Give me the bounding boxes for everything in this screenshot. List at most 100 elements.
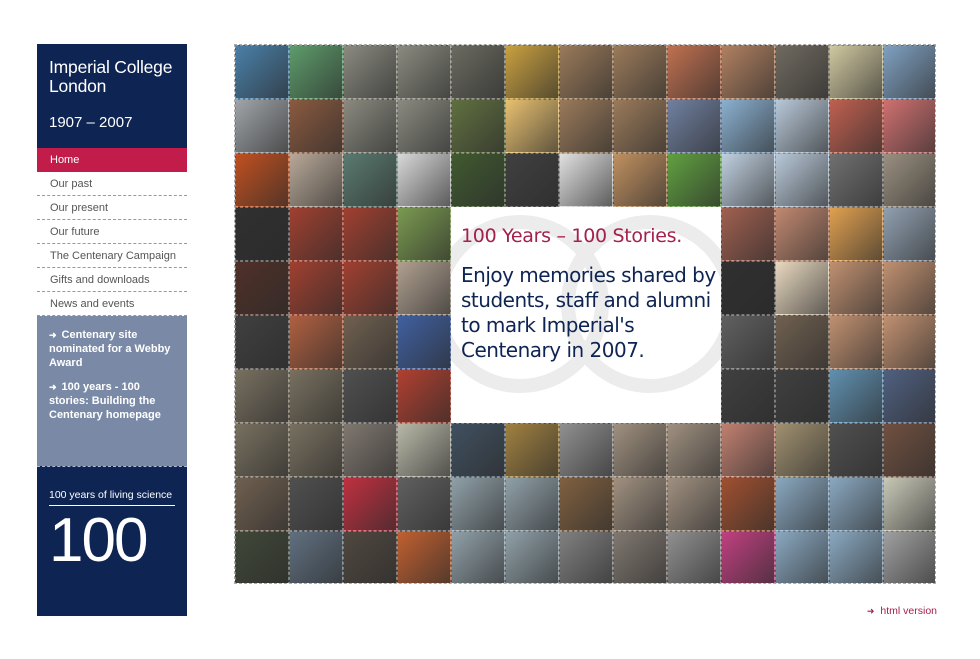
photo-tile[interactable] — [613, 477, 667, 531]
news-item-building-homepage[interactable]: ➜ 100 years - 100 stories: Building the C… — [49, 380, 177, 422]
photo-tile[interactable] — [505, 477, 559, 531]
photo-tile[interactable] — [667, 531, 721, 583]
nav-item-home[interactable]: Home — [37, 148, 187, 172]
photo-tile[interactable] — [721, 153, 775, 207]
photo-tile[interactable] — [505, 423, 559, 477]
photo-tile[interactable] — [289, 153, 343, 207]
photo-tile[interactable] — [235, 45, 289, 99]
photo-tile[interactable] — [883, 207, 935, 261]
photo-tile[interactable] — [721, 423, 775, 477]
photo-tile[interactable] — [883, 153, 935, 207]
photo-tile[interactable] — [451, 477, 505, 531]
photo-tile[interactable] — [775, 153, 829, 207]
photo-tile[interactable] — [559, 45, 613, 99]
photo-tile[interactable] — [883, 369, 935, 423]
photo-tile[interactable] — [775, 261, 829, 315]
photo-tile[interactable] — [235, 261, 289, 315]
photo-tile[interactable] — [235, 207, 289, 261]
photo-tile[interactable] — [289, 261, 343, 315]
photo-tile[interactable] — [883, 531, 935, 583]
photo-tile[interactable] — [829, 531, 883, 583]
photo-tile[interactable] — [343, 423, 397, 477]
photo-tile[interactable] — [775, 207, 829, 261]
photo-tile[interactable] — [451, 531, 505, 583]
photo-tile[interactable] — [397, 153, 451, 207]
photo-tile[interactable] — [829, 315, 883, 369]
photo-tile[interactable] — [883, 261, 935, 315]
photo-tile[interactable] — [829, 369, 883, 423]
photo-tile[interactable] — [829, 207, 883, 261]
photo-tile[interactable] — [775, 423, 829, 477]
photo-tile[interactable] — [667, 423, 721, 477]
photo-tile[interactable] — [451, 423, 505, 477]
photo-tile[interactable] — [775, 531, 829, 583]
photo-tile[interactable] — [343, 315, 397, 369]
photo-tile[interactable] — [289, 423, 343, 477]
photo-tile[interactable] — [397, 369, 451, 423]
photo-tile[interactable] — [235, 531, 289, 583]
photo-tile[interactable] — [397, 423, 451, 477]
photo-tile[interactable] — [775, 369, 829, 423]
photo-tile[interactable] — [289, 315, 343, 369]
photo-tile[interactable] — [343, 99, 397, 153]
photo-tile[interactable] — [289, 369, 343, 423]
photo-tile[interactable] — [289, 99, 343, 153]
photo-tile[interactable] — [289, 477, 343, 531]
photo-tile[interactable] — [829, 153, 883, 207]
photo-tile[interactable] — [559, 99, 613, 153]
photo-tile[interactable] — [559, 477, 613, 531]
photo-tile[interactable] — [397, 477, 451, 531]
photo-tile[interactable] — [343, 45, 397, 99]
photo-tile[interactable] — [721, 531, 775, 583]
photo-tile[interactable] — [721, 477, 775, 531]
photo-tile[interactable] — [883, 45, 935, 99]
photo-tile[interactable] — [721, 315, 775, 369]
photo-tile[interactable] — [721, 99, 775, 153]
photo-tile[interactable] — [235, 369, 289, 423]
photo-tile[interactable] — [397, 99, 451, 153]
photo-tile[interactable] — [613, 423, 667, 477]
photo-tile[interactable] — [829, 423, 883, 477]
photo-tile[interactable] — [235, 423, 289, 477]
nav-item-centenary-campaign[interactable]: The Centenary Campaign — [37, 244, 187, 268]
photo-tile[interactable] — [343, 207, 397, 261]
photo-tile[interactable] — [235, 477, 289, 531]
photo-tile[interactable] — [505, 531, 559, 583]
nav-item-our-present[interactable]: Our present — [37, 196, 187, 220]
photo-tile[interactable] — [721, 369, 775, 423]
photo-tile[interactable] — [883, 423, 935, 477]
photo-tile[interactable] — [775, 99, 829, 153]
photo-tile[interactable] — [235, 153, 289, 207]
photo-tile[interactable] — [289, 207, 343, 261]
photo-tile[interactable] — [289, 531, 343, 583]
photo-tile[interactable] — [505, 99, 559, 153]
photo-tile[interactable] — [883, 315, 935, 369]
photo-tile[interactable] — [721, 207, 775, 261]
photo-tile[interactable] — [559, 423, 613, 477]
photo-tile[interactable] — [559, 153, 613, 207]
brand-logo[interactable]: Imperial College London 1907 – 2007 — [37, 44, 187, 148]
photo-tile[interactable] — [505, 153, 559, 207]
photo-tile[interactable] — [667, 477, 721, 531]
photo-tile[interactable] — [397, 207, 451, 261]
photo-tile[interactable] — [883, 477, 935, 531]
photo-tile[interactable] — [343, 153, 397, 207]
photo-tile[interactable] — [613, 45, 667, 99]
photo-tile[interactable] — [559, 531, 613, 583]
photo-tile[interactable] — [397, 315, 451, 369]
html-version-link[interactable]: ➜ html version — [867, 605, 937, 617]
photo-tile[interactable] — [235, 99, 289, 153]
photo-tile[interactable] — [397, 531, 451, 583]
photo-tile[interactable] — [343, 369, 397, 423]
photo-tile[interactable] — [775, 477, 829, 531]
photo-tile[interactable] — [829, 99, 883, 153]
photo-tile[interactable] — [721, 45, 775, 99]
photo-tile[interactable] — [505, 45, 559, 99]
photo-tile[interactable] — [667, 45, 721, 99]
photo-tile[interactable] — [775, 315, 829, 369]
photo-tile[interactable] — [451, 153, 505, 207]
photo-tile[interactable] — [613, 531, 667, 583]
nav-item-our-future[interactable]: Our future — [37, 220, 187, 244]
photo-tile[interactable] — [613, 99, 667, 153]
nav-item-gifts-downloads[interactable]: Gifts and downloads — [37, 268, 187, 292]
